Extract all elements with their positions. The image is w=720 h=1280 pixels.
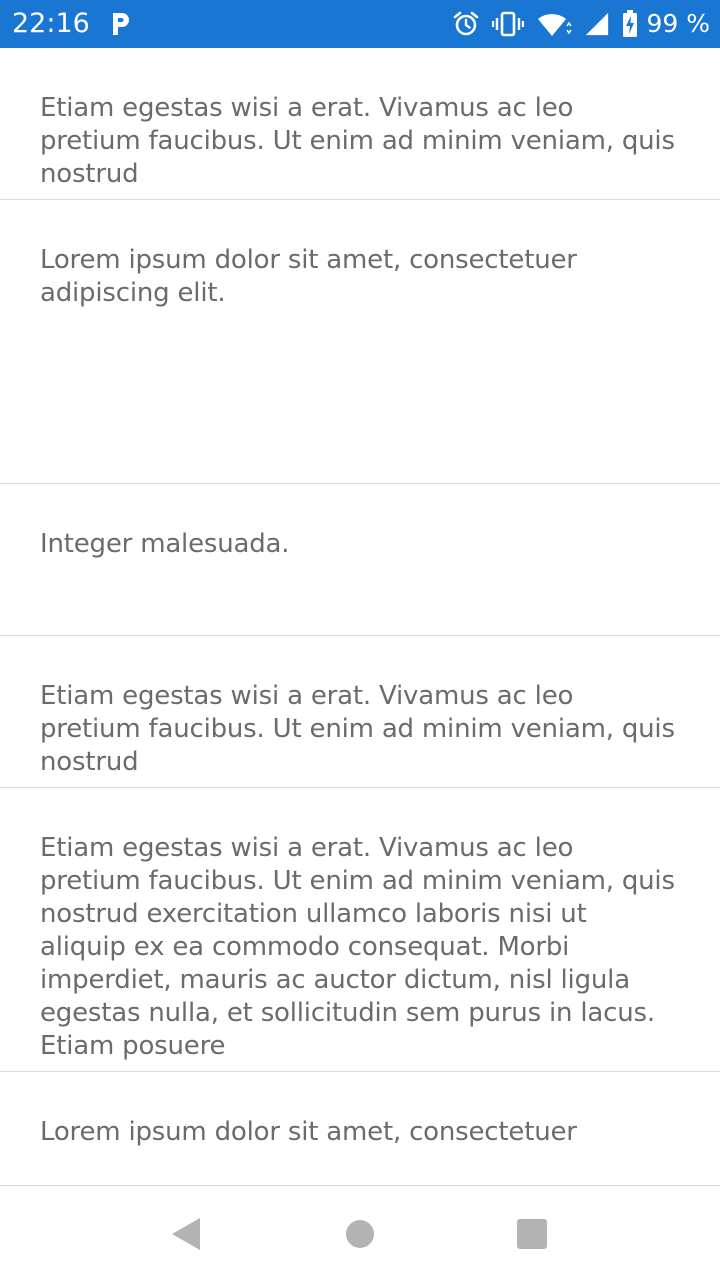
list-item[interactable]: Etiam egestas wisi a erat. Vivamus ac le… [0, 48, 720, 200]
alarm-icon [454, 11, 479, 36]
list-item[interactable]: Lorem ipsum dolor sit amet, consectetuer [0, 1072, 720, 1185]
list-item[interactable]: Integer malesuada. [0, 484, 720, 636]
list-item-text: Etiam egestas wisi a erat. Vivamus ac le… [40, 833, 675, 1061]
list-item-text: Etiam egestas wisi a erat. Vivamus ac le… [40, 681, 675, 777]
battery-percent: 99 % [646, 9, 710, 38]
signal-icon [586, 12, 609, 36]
home-icon[interactable] [342, 1216, 378, 1252]
back-icon[interactable] [168, 1216, 204, 1252]
content-list[interactable]: Etiam egestas wisi a erat. Vivamus ac le… [0, 48, 720, 1185]
vibrate-icon [492, 11, 525, 37]
list-item-text: Integer malesuada. [40, 529, 290, 559]
status-time: 22:16 [12, 8, 90, 39]
list-item[interactable]: Lorem ipsum dolor sit amet, consectetuer… [0, 200, 720, 484]
list-item[interactable]: Etiam egestas wisi a erat. Vivamus ac le… [0, 636, 720, 788]
status-icons: 99 % [440, 6, 710, 42]
list-item[interactable]: Etiam egestas wisi a erat. Vivamus ac le… [0, 788, 720, 1072]
recents-icon[interactable] [514, 1216, 550, 1252]
list-item-text: Lorem ipsum dolor sit amet, consectetuer… [40, 245, 577, 308]
status-bar: 22:16 99 % [0, 0, 720, 48]
navigation-bar [0, 1185, 720, 1280]
list-item-text: Lorem ipsum dolor sit amet, consectetuer [40, 1117, 577, 1147]
list-item-text: Etiam egestas wisi a erat. Vivamus ac le… [40, 93, 675, 189]
wifi-icon [538, 13, 573, 36]
parking-icon [113, 13, 129, 35]
battery-charging-icon [623, 10, 638, 37]
